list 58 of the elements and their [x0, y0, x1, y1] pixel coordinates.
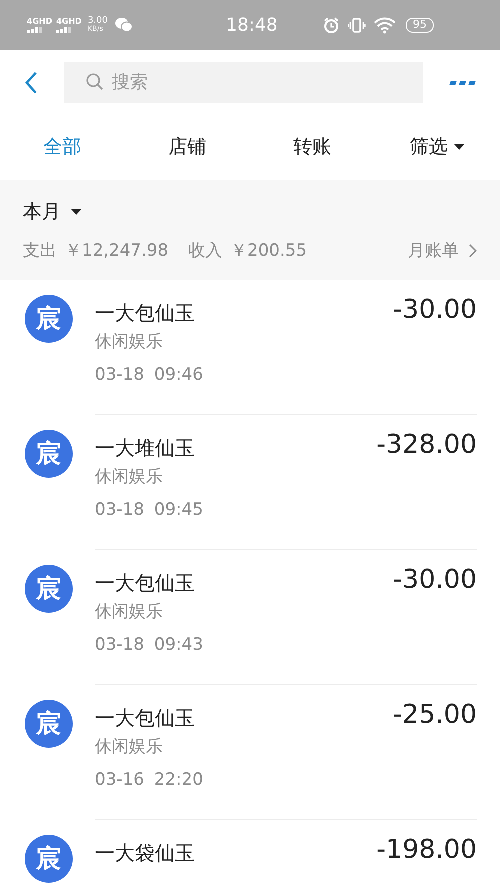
- transaction-time: 09:46: [154, 364, 204, 386]
- merchant-avatar: 宸: [25, 700, 73, 748]
- vibrate-icon: [348, 16, 366, 34]
- transaction-amount: -25.00: [393, 700, 477, 730]
- transaction-amount: -328.00: [376, 430, 477, 460]
- clock-time: 18:48: [226, 14, 278, 38]
- income-label: 收入: [188, 240, 223, 262]
- transaction-row[interactable]: 宸 一大包仙玉 -30.00 休闲娱乐 03-18 09:43: [0, 550, 500, 685]
- merchant-avatar: 宸: [25, 565, 73, 613]
- month-selector[interactable]: 本月: [23, 198, 82, 226]
- signal-icon: [56, 26, 72, 32]
- transaction-date: 03-18: [95, 364, 144, 386]
- battery-level: 95: [406, 18, 434, 32]
- transaction-title: 一大堆仙玉: [95, 435, 195, 462]
- transaction-title: 一大包仙玉: [95, 300, 195, 327]
- wifi-icon: [374, 16, 396, 34]
- transaction-date: 03-18: [95, 634, 144, 656]
- search-icon: [86, 73, 104, 91]
- transaction-time: 22:20: [154, 768, 204, 792]
- filter-tab[interactable]: 转账: [250, 126, 375, 170]
- filter-tab[interactable]: 全部: [0, 126, 125, 170]
- transaction-row[interactable]: 宸 一大堆仙玉 -328.00 休闲娱乐 03-18 09:45: [0, 415, 500, 550]
- transaction-title: 一大袋仙玉: [95, 840, 195, 867]
- transaction-date: 03-16: [95, 768, 144, 792]
- transaction-time: 09:45: [154, 498, 204, 522]
- merchant-avatar: 宸: [25, 295, 73, 343]
- transaction-category: 休闲娱乐: [95, 736, 164, 759]
- filter-tab[interactable]: 店铺: [125, 126, 250, 170]
- transaction-amount: -30.00: [393, 295, 477, 325]
- alarm-icon: [323, 16, 340, 34]
- transaction-time: 09:43: [154, 634, 204, 656]
- transaction-category: 休闲娱乐: [95, 331, 164, 354]
- transaction-row[interactable]: 宸 一大袋仙玉 -198.00: [0, 820, 500, 888]
- network-speed: 3.00: [88, 17, 108, 26]
- transaction-amount: -198.00: [376, 835, 477, 865]
- merchant-avatar: 宸: [25, 430, 73, 478]
- network-label: 4GHD: [56, 18, 82, 26]
- transaction-date: 03-18: [95, 498, 144, 522]
- back-icon[interactable]: [24, 70, 38, 94]
- transaction-row[interactable]: 宸 一大包仙玉 -25.00 休闲娱乐 03-16 22:20: [0, 685, 500, 820]
- network-label: 4GHD: [27, 18, 52, 26]
- merchant-avatar: 宸: [25, 835, 73, 883]
- transaction-amount: -30.00: [393, 565, 477, 595]
- filter-tab[interactable]: 筛选: [375, 126, 500, 170]
- transaction-title: 一大包仙玉: [95, 705, 195, 732]
- expense-label: 支出: [23, 240, 57, 262]
- search-field[interactable]: 搜索: [64, 62, 423, 103]
- caret-icon: [71, 208, 82, 216]
- transaction-title: 一大包仙玉: [95, 570, 195, 597]
- expense-total: ￥12,247.98: [65, 240, 169, 262]
- chat-bubbles-icon: [114, 17, 133, 33]
- income-total: ￥200.55: [230, 240, 308, 262]
- transaction-category: 休闲娱乐: [95, 466, 164, 489]
- chevron-right-icon: [469, 244, 477, 258]
- more-icon[interactable]: [448, 80, 476, 86]
- transaction-category: 休闲娱乐: [95, 601, 164, 624]
- signal-icon: [27, 26, 42, 32]
- transaction-row[interactable]: 宸 一大包仙玉 -30.00 休闲娱乐 03-18 09:46: [0, 280, 500, 415]
